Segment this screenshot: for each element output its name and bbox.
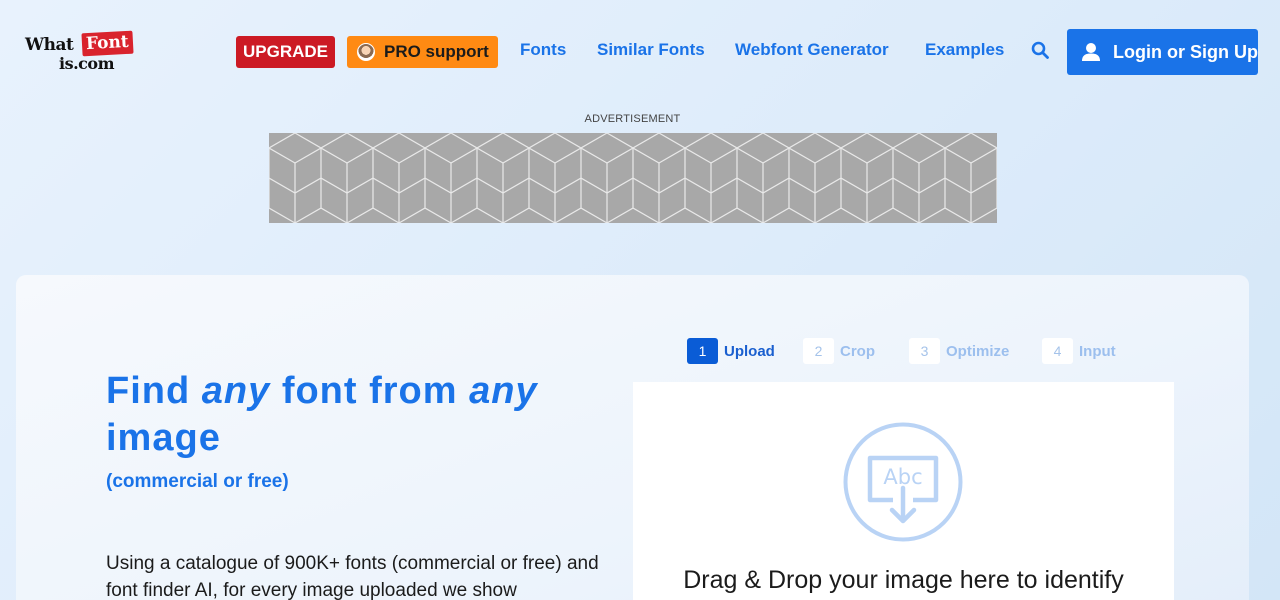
user-icon [1082,43,1100,61]
step-upload[interactable]: 1 Upload [687,338,775,364]
nav-fonts[interactable]: Fonts [520,40,566,60]
dropzone-text: Drag & Drop your image here to identify [683,566,1124,594]
image-dropzone[interactable]: Abc Drag & Drop your image here to ident… [633,382,1174,600]
logo-word-what: What [25,35,74,55]
nav-webfont-generator[interactable]: Webfont Generator [735,40,889,60]
step-optimize[interactable]: 3 Optimize [909,338,1009,364]
site-logo[interactable]: What Font is.com [25,30,143,74]
site-header: What Font is.com UPGRADE PRO support Fon… [0,0,1280,104]
pro-support-button[interactable]: PRO support [347,36,498,68]
step-label: Optimize [946,342,1010,360]
hero-title-image: image [106,417,221,459]
upgrade-button[interactable]: UPGRADE [236,36,335,68]
step-number: 2 [803,338,834,364]
step-input[interactable]: 4 Input [1042,338,1116,364]
abc-glyph: Abc [883,465,922,489]
logo-word-is-com: is.com [59,54,115,73]
step-label: Input [1079,342,1116,360]
login-signup-label: Login or Sign Up [1113,41,1258,62]
advertisement-label: ADVERTISEMENT [584,113,681,125]
hero-title-find: Find [106,370,191,412]
search-icon[interactable] [1031,41,1049,59]
step-label: Upload [724,342,775,360]
step-number: 3 [909,338,940,364]
nav-similar-fonts[interactable]: Similar Fonts [597,40,705,60]
step-number: 4 [1042,338,1073,364]
upload-image-icon: Abc [843,422,963,542]
step-label: Crop [840,342,875,360]
nav-examples[interactable]: Examples [925,40,1004,60]
advertisement-banner[interactable] [269,133,997,223]
login-signup-button[interactable]: Login or Sign Up [1067,29,1258,75]
step-number: 1 [687,338,718,364]
step-crop[interactable]: 2 Crop [803,338,875,364]
pro-support-label: PRO support [384,42,489,61]
hero-description: Using a catalogue of 900K+ fonts (commer… [106,553,599,600]
ad-cube-pattern [269,133,997,223]
hero-title-any: any [201,370,271,412]
hero-title: Find any font from any image [106,368,626,462]
hero-subtitle: (commercial or free) [106,471,289,492]
logo-word-font: Font [81,30,134,57]
support-avatar [357,43,375,61]
hero-title-font-from: font from [281,370,458,412]
hero-title-any-2: any [469,370,538,412]
